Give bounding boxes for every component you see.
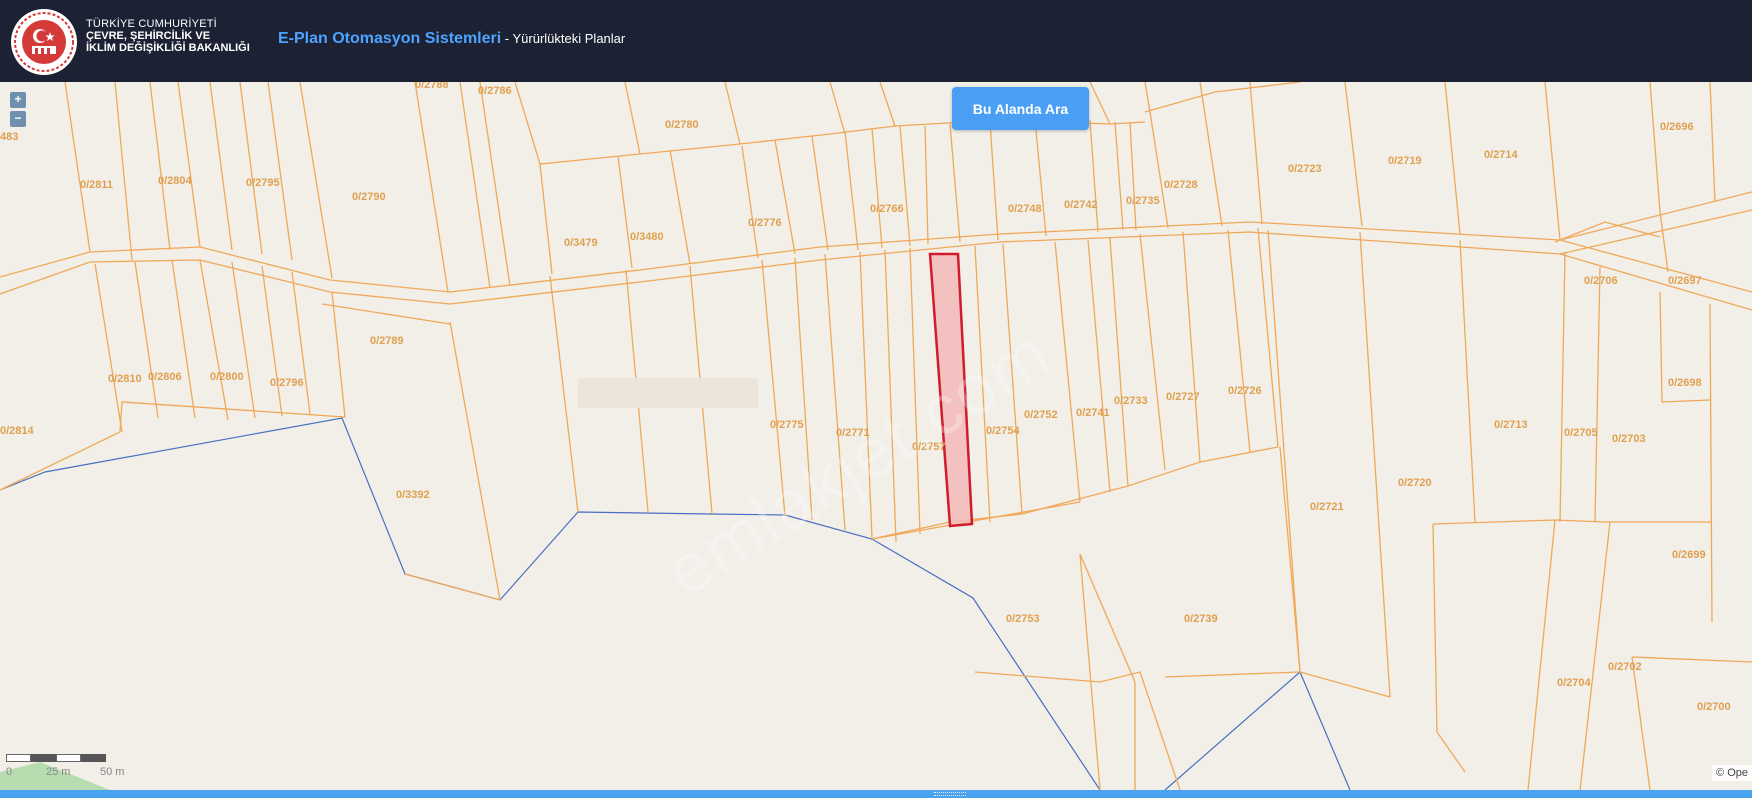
parcel-label: 0/2786: [478, 85, 512, 97]
parcel-label: 0/2714: [1484, 149, 1519, 161]
search-area-button[interactable]: Bu Alanda Ara: [952, 87, 1089, 130]
parcel-label: 0/2814: [0, 425, 35, 437]
bottom-resize-bar[interactable]: [0, 790, 1752, 798]
parcel-label: 0/2719: [1388, 155, 1422, 167]
parcel-label: 0/2741: [1076, 407, 1110, 419]
parcel-label: 0/2735: [1126, 195, 1160, 207]
parcel-label: 483: [0, 131, 18, 143]
parcel-label: 0/3480: [630, 231, 664, 243]
parcel-label: 0/2810: [108, 373, 142, 385]
resize-grip-icon[interactable]: [934, 792, 966, 796]
parcel-label: 0/2800: [210, 371, 244, 383]
scale-label-0: 0: [6, 766, 13, 778]
parcel-label: 0/2699: [1672, 549, 1706, 561]
parcel-label: 0/2776: [748, 217, 782, 229]
parcel-label: 0/2728: [1164, 179, 1198, 191]
parcel-label: 0/2706: [1584, 275, 1618, 287]
parcel-label: 0/2766: [870, 203, 904, 215]
parcel-label: 0/2698: [1668, 377, 1702, 389]
parcel-label: 0/2780: [665, 119, 699, 131]
parcel-label: 0/2790: [352, 191, 386, 203]
ministry-name: TÜRKİYE CUMHURİYETİ ÇEVRE, ŞEHİRCİLİK VE…: [86, 18, 250, 54]
parcel-label: 0/2705: [1564, 427, 1598, 439]
ministry-line-1: TÜRKİYE CUMHURİYETİ: [86, 18, 217, 30]
scale-bar: 0 25 m 50 m: [6, 754, 124, 784]
parcel-label: 0/2723: [1288, 163, 1322, 175]
parcel-label: 0/2721: [1310, 501, 1344, 513]
ministry-line-3: İKLİM DEĞİŞİKLİĞİ BAKANLIĞI: [86, 42, 250, 54]
parcel-label: 0/2700: [1697, 701, 1731, 713]
parcel-label: 0/2696: [1660, 121, 1694, 133]
parcel-labels: 483 0/2788 0/2786 0/2780 0/2811 0/2804 0/2795 0…: [0, 82, 1731, 713]
map-attribution[interactable]: © Ope: [1712, 765, 1752, 781]
ministry-line-2: ÇEVRE, ŞEHİRCİLİK VE: [86, 30, 211, 42]
parcel-label: 0/2789: [370, 335, 404, 347]
zoom-in-button[interactable]: +: [10, 92, 26, 108]
parcel-label: 0/2720: [1398, 477, 1432, 489]
parcel-label: 0/2727: [1166, 391, 1200, 403]
parcel-label: 0/2739: [1184, 613, 1218, 625]
app-title-main[interactable]: E-Plan Otomasyon Sistemleri: [278, 30, 501, 47]
parcel-label: 0/2754: [986, 425, 1021, 437]
parcel-label: 0/2697: [1668, 275, 1702, 287]
boundary-lines: [0, 417, 1351, 790]
parcel-label: 0/2804: [158, 175, 193, 187]
parcel-label: 0/2748: [1008, 203, 1042, 215]
parcel-label: 0/2752: [1024, 409, 1058, 421]
parcel-label: 0/2733: [1114, 395, 1148, 407]
parcel-label: 0/2703: [1612, 433, 1646, 445]
parcel-label: 0/2753: [1006, 613, 1040, 625]
parcel-label: 0/2702: [1608, 661, 1642, 673]
parcel-label: 0/2788: [415, 82, 449, 91]
parcel-label: 0/2795: [246, 177, 280, 189]
app-header: TÜRKİYE CUMHURİYETİ ÇEVRE, ŞEHİRCİLİK VE…: [0, 0, 1752, 82]
parcel-label: 0/2713: [1494, 419, 1528, 431]
parcel-label: 0/2704: [1557, 677, 1592, 689]
redacted-box: [578, 378, 758, 408]
parcel-label: 0/3479: [564, 237, 598, 249]
zoom-out-button[interactable]: −: [10, 111, 26, 127]
app-title: E-Plan Otomasyon Sistemleri - Yürürlükte…: [278, 30, 625, 48]
parcel-label: 0/2726: [1228, 385, 1262, 397]
ministry-logo: [11, 9, 77, 75]
parcel-label: 0/2806: [148, 371, 182, 383]
parcel-label: 0/3392: [396, 489, 430, 501]
zoom-control: + −: [10, 92, 28, 130]
scale-label-25: 25 m: [46, 766, 71, 778]
parcel-label: 0/2775: [770, 419, 804, 431]
parcel-label: 0/2796: [270, 377, 304, 389]
scale-label-50: 50 m: [100, 766, 125, 778]
parcel-label: 0/2811: [80, 179, 113, 191]
app-title-subtitle: - Yürürlükteki Planlar: [501, 31, 626, 46]
parcel-label: 0/2742: [1064, 199, 1098, 211]
map-view[interactable]: 483 0/2788 0/2786 0/2780 0/2811 0/2804 0/2795 0…: [0, 82, 1752, 790]
